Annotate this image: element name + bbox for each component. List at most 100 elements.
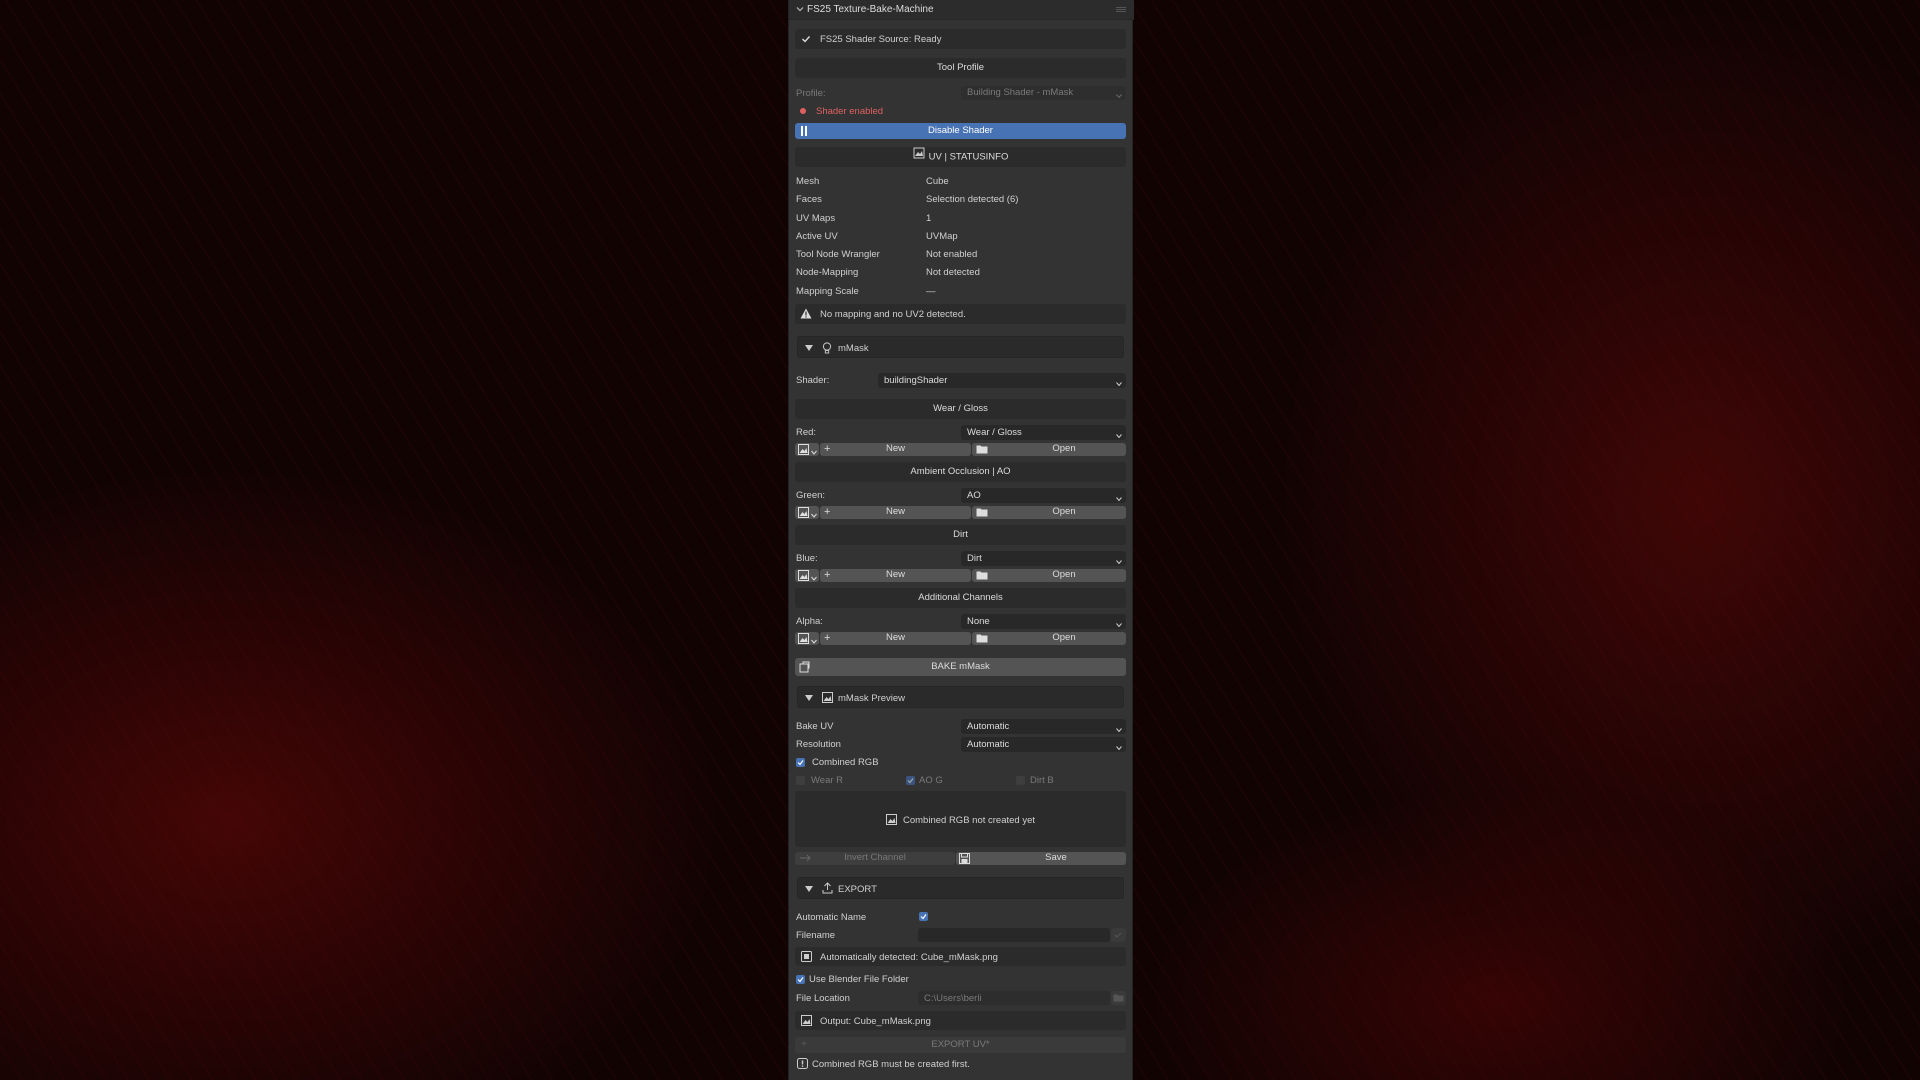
open-image-button[interactable]: Open [972, 632, 1126, 645]
preview-section-label: mMask Preview [838, 693, 906, 704]
save-button[interactable]: Save [956, 852, 1126, 865]
new-image-button[interactable]: + New [820, 569, 971, 582]
resolution-value: Automatic [967, 739, 1010, 750]
image-browse-button[interactable] [795, 569, 819, 582]
file-location-value: C:\Users\berli [924, 993, 982, 1004]
open-label: Open [1052, 569, 1076, 580]
uv-statusinfo-label: UV | STATUSINFO [928, 151, 1009, 163]
bake-uv-value: Automatic [967, 721, 1010, 732]
browse-folder-button[interactable] [1111, 991, 1126, 1005]
filename-action-button[interactable] [1111, 928, 1126, 942]
invert-channel-label: Invert Channel [844, 852, 906, 863]
info-key: Tool Node Wrangler [796, 249, 880, 261]
plus-icon: + [824, 569, 831, 581]
export-subpanel-header[interactable]: EXPORT [797, 877, 1124, 899]
profile-select[interactable]: Building Shader - mMask [961, 86, 1126, 100]
preview-placeholder-text: Combined RGB not created yet [903, 815, 1036, 826]
new-image-button[interactable]: + New [820, 443, 971, 456]
ao-header: Ambient Occlusion | AO [795, 462, 1126, 482]
mmask-subpanel-header[interactable]: mMask [797, 336, 1124, 358]
output-box: Output: Cube_mMask.png [795, 1011, 1126, 1030]
plus-icon: + [824, 506, 831, 518]
blue-channel-label: Blue: [796, 553, 818, 564]
bake-icon [799, 661, 811, 680]
plus-icon: + [824, 443, 831, 455]
bake-uv-select[interactable]: Automatic [961, 719, 1126, 734]
new-image-button[interactable]: + New [820, 506, 971, 519]
combined-rgb-label: Combined RGB [812, 757, 879, 768]
info-row: Mapping Scale — [796, 286, 1126, 304]
image-icon [801, 1015, 812, 1029]
panel-header[interactable]: FS25 Texture-Bake-Machine [789, 0, 1134, 20]
bake-uv-label: Bake UV [796, 721, 834, 732]
image-icon [822, 692, 833, 706]
red-channel-select[interactable]: Wear / Gloss [961, 425, 1126, 440]
disable-shader-label: Disable Shader [928, 125, 993, 136]
check-icon [1114, 931, 1122, 942]
panel-title: FS25 Texture-Bake-Machine [807, 4, 934, 15]
filename-input[interactable] [918, 928, 1110, 942]
lightbulb-icon [822, 342, 832, 357]
open-label: Open [1052, 443, 1076, 454]
file-icon [801, 951, 812, 965]
uv-statusinfo-header: UV | STATUSINFO [795, 147, 1126, 167]
image-browse-button[interactable] [795, 506, 819, 519]
open-image-button[interactable]: Open [972, 506, 1126, 519]
shader-status-text: Shader enabled [816, 106, 884, 117]
green-channel-label: Green: [796, 490, 826, 501]
disable-shader-button[interactable]: Disable Shader [795, 123, 1126, 139]
bake-mmask-button[interactable]: BAKE mMask [795, 658, 1126, 676]
detected-name-text: Automatically detected: Cube_mMask.png [820, 952, 998, 963]
info-row: Tool Node Wrangler Not enabled [796, 249, 1126, 267]
drag-grip-icon[interactable] [1116, 6, 1126, 12]
plus-icon: + [801, 1039, 807, 1050]
info-icon [797, 1058, 808, 1072]
chevron-down-icon [1116, 555, 1122, 565]
wear-r-label: Wear R [811, 775, 844, 786]
dirt-b-checkbox[interactable] [1016, 776, 1025, 785]
resolution-select[interactable]: Automatic [961, 737, 1126, 752]
chevron-down-icon[interactable] [796, 5, 804, 13]
file-location-label: File Location [796, 993, 850, 1004]
export-uv-button[interactable]: + EXPORT UV* [795, 1037, 1126, 1053]
uv-image-icon [913, 147, 925, 167]
info-value: 1 [926, 212, 932, 224]
image-browse-button[interactable] [795, 632, 819, 645]
warning-text: No mapping and no UV2 detected. [820, 309, 966, 320]
image-icon [798, 633, 809, 648]
folder-icon [976, 633, 988, 647]
triangle-down-icon[interactable] [805, 344, 813, 355]
chevron-down-icon [811, 447, 817, 459]
ao-g-checkbox[interactable] [906, 776, 915, 785]
automatic-name-checkbox[interactable] [919, 912, 928, 921]
open-image-button[interactable]: Open [972, 569, 1126, 582]
invert-channel-button[interactable]: Invert Channel [795, 852, 955, 865]
image-browse-button[interactable] [795, 443, 819, 456]
green-channel-select[interactable]: AO [961, 488, 1126, 503]
shader-select[interactable]: buildingShader [878, 373, 1126, 388]
chevron-down-icon [1116, 429, 1122, 439]
pause-icon [800, 126, 808, 142]
profile-value: Building Shader - mMask [967, 87, 1074, 98]
chevron-down-icon [1116, 723, 1122, 733]
wear-r-checkbox[interactable] [796, 776, 805, 785]
open-image-button[interactable]: Open [972, 443, 1126, 456]
triangle-down-icon[interactable] [805, 694, 813, 705]
preview-subpanel-header[interactable]: mMask Preview [797, 686, 1124, 708]
use-blender-folder-checkbox[interactable] [796, 975, 805, 984]
folder-icon [1113, 994, 1124, 1005]
combined-rgb-checkbox[interactable] [796, 758, 805, 767]
blue-channel-select[interactable]: Dirt [961, 551, 1126, 566]
triangle-down-icon[interactable] [805, 885, 813, 896]
ao-g-label: AO G [919, 775, 943, 786]
new-image-button[interactable]: + New [820, 632, 971, 645]
file-location-input[interactable]: C:\Users\berli [918, 991, 1110, 1005]
swap-icon [799, 854, 811, 866]
info-key: Faces [796, 194, 822, 206]
detected-name-box: Automatically detected: Cube_mMask.png [795, 947, 1126, 966]
info-key: Node-Mapping [796, 267, 859, 279]
wear-gloss-header: Wear / Gloss [795, 399, 1126, 419]
alpha-channel-select[interactable]: None [961, 614, 1126, 629]
red-channel-label: Red: [796, 427, 817, 438]
warning-icon [800, 308, 812, 322]
